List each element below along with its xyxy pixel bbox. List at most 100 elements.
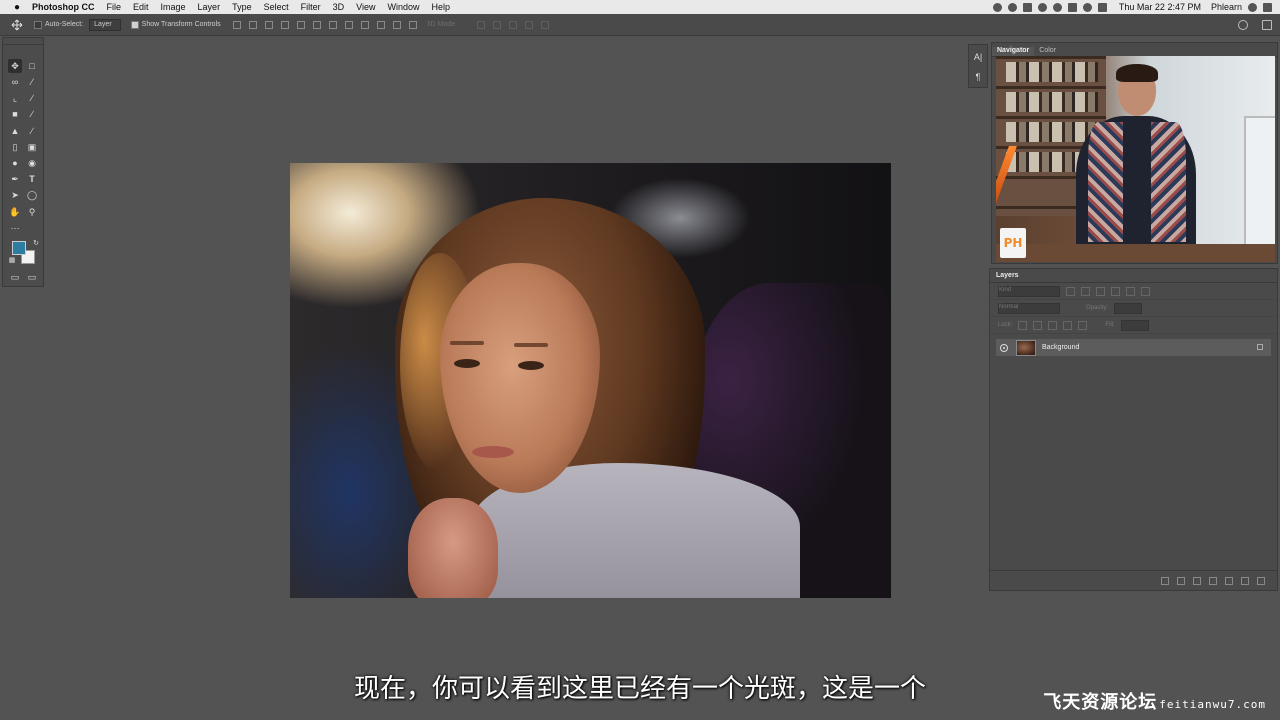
fill-field[interactable] bbox=[1120, 319, 1149, 331]
move-tool-icon[interactable]: ✥ bbox=[8, 59, 22, 73]
type-tool-icon[interactable]: T bbox=[25, 172, 39, 186]
visibility-eye-icon[interactable] bbox=[1000, 343, 1008, 352]
history-brush-tool-icon[interactable]: ∕ bbox=[25, 124, 39, 138]
workspace-icon[interactable] bbox=[1262, 19, 1272, 30]
align-right-icon[interactable] bbox=[312, 20, 321, 29]
lock-transparent-icon[interactable] bbox=[1018, 320, 1028, 330]
filter-pixel-icon[interactable] bbox=[1066, 286, 1075, 296]
align-hcenter-icon[interactable] bbox=[296, 20, 305, 29]
distribute-right-icon[interactable] bbox=[408, 20, 417, 29]
user-name[interactable]: Phlearn bbox=[1211, 2, 1242, 12]
add-mask-icon[interactable] bbox=[1193, 576, 1201, 585]
show-transform-checkbox[interactable] bbox=[130, 20, 139, 29]
quick-mask-icon[interactable]: ▭ bbox=[8, 270, 22, 284]
menu-select[interactable]: Select bbox=[264, 2, 289, 12]
menu-window[interactable]: Window bbox=[387, 2, 419, 12]
swap-colors-icon[interactable]: ↻ bbox=[29, 237, 43, 251]
pen-tool-icon[interactable]: ✒ bbox=[8, 172, 22, 186]
tools-panel-grip[interactable] bbox=[3, 38, 43, 45]
path-selection-tool-icon[interactable]: ➤ bbox=[8, 188, 22, 202]
eraser-tool-icon[interactable]: ▯ bbox=[8, 140, 22, 154]
blend-mode-dropdown[interactable]: Normal bbox=[998, 302, 1060, 314]
gradient-tool-icon[interactable]: ▣ bbox=[25, 140, 39, 154]
marquee-tool-icon[interactable]: □ bbox=[25, 59, 39, 73]
new-layer-icon[interactable] bbox=[1241, 576, 1249, 585]
wifi-icon[interactable] bbox=[1052, 2, 1062, 12]
lock-position-icon[interactable] bbox=[1048, 320, 1058, 330]
airplay-icon[interactable] bbox=[1067, 2, 1077, 12]
menu-filter[interactable]: Filter bbox=[301, 2, 321, 12]
filter-adjustment-icon[interactable] bbox=[1081, 286, 1090, 296]
character-panel-icon[interactable]: A| bbox=[969, 49, 987, 65]
filter-shape-icon[interactable] bbox=[1111, 286, 1120, 296]
distribute-left-icon[interactable] bbox=[376, 20, 385, 29]
opacity-field[interactable] bbox=[1114, 302, 1143, 314]
menu-layer[interactable]: Layer bbox=[198, 2, 221, 12]
3d-rotate-icon[interactable] bbox=[477, 20, 485, 29]
3d-scale-icon[interactable] bbox=[541, 20, 549, 29]
clone-stamp-tool-icon[interactable]: ▲ bbox=[8, 124, 22, 138]
filter-smart-object-icon[interactable] bbox=[1126, 286, 1135, 296]
default-colors-icon[interactable]: ▦ bbox=[5, 254, 19, 268]
battery-icon[interactable] bbox=[1097, 2, 1107, 12]
menu-edit[interactable]: Edit bbox=[133, 2, 149, 12]
distribute-bottom-icon[interactable] bbox=[360, 20, 369, 29]
align-bottom-icon[interactable] bbox=[264, 20, 273, 29]
menu-help[interactable]: Help bbox=[431, 2, 450, 12]
time-machine-icon[interactable] bbox=[1037, 2, 1047, 12]
3d-roll-icon[interactable] bbox=[493, 20, 501, 29]
menu-clock[interactable]: Thu Mar 22 2:47 PM bbox=[1119, 2, 1201, 12]
lock-artboard-icon[interactable] bbox=[1063, 320, 1073, 330]
layers-panel-title[interactable]: Layers bbox=[990, 269, 1277, 283]
align-vcenter-icon[interactable] bbox=[248, 20, 257, 29]
menu-file[interactable]: File bbox=[107, 2, 122, 12]
eyedropper-tool-icon[interactable]: ∕ bbox=[25, 91, 39, 105]
new-group-icon[interactable] bbox=[1225, 576, 1233, 585]
menu-view[interactable]: View bbox=[356, 2, 375, 12]
delete-layer-icon[interactable] bbox=[1257, 576, 1265, 585]
lasso-tool-icon[interactable]: ∞ bbox=[8, 75, 22, 89]
volume-icon[interactable] bbox=[1082, 2, 1092, 12]
move-tool-options-icon[interactable] bbox=[10, 19, 24, 31]
auto-select-dropdown[interactable]: Layer bbox=[89, 18, 121, 31]
3d-slide-icon[interactable] bbox=[525, 20, 533, 29]
healing-brush-tool-icon[interactable]: ■ bbox=[8, 107, 22, 121]
foreground-color-swatch[interactable] bbox=[12, 241, 26, 255]
align-top-icon[interactable] bbox=[232, 20, 241, 29]
dodge-tool-icon[interactable]: ◉ bbox=[25, 156, 39, 170]
distribute-vcenter-icon[interactable] bbox=[344, 20, 353, 29]
search-icon[interactable] bbox=[1238, 19, 1248, 30]
notification-center-icon[interactable] bbox=[1263, 2, 1272, 12]
distribute-hcenter-icon[interactable] bbox=[392, 20, 401, 29]
more-tools-icon[interactable]: ⋯ bbox=[8, 221, 22, 235]
menu-image[interactable]: Image bbox=[161, 2, 186, 12]
layer-filter-dropdown[interactable]: Kind bbox=[998, 285, 1060, 297]
display-icon[interactable] bbox=[1022, 2, 1032, 12]
screen-mode-icon[interactable]: ▭ bbox=[25, 270, 39, 284]
sync-icon[interactable] bbox=[1007, 2, 1017, 12]
auto-select-checkbox[interactable] bbox=[34, 20, 42, 29]
filter-toggle-icon[interactable] bbox=[1141, 286, 1150, 296]
layer-row[interactable]: Background bbox=[996, 339, 1271, 356]
blur-tool-icon[interactable]: ● bbox=[8, 156, 22, 170]
layer-style-icon[interactable] bbox=[1177, 576, 1185, 585]
creative-cloud-icon[interactable] bbox=[992, 2, 1002, 12]
ellipse-tool-icon[interactable]: ◯ bbox=[25, 188, 39, 202]
menu-type[interactable]: Type bbox=[232, 2, 252, 12]
brush-tool-icon[interactable]: ∕ bbox=[25, 107, 39, 121]
distribute-top-icon[interactable] bbox=[328, 20, 337, 29]
hand-tool-icon[interactable]: ✋ bbox=[8, 205, 22, 219]
3d-pan-icon[interactable] bbox=[509, 20, 517, 29]
lock-image-icon[interactable] bbox=[1033, 320, 1043, 330]
tab-color[interactable]: Color bbox=[1034, 47, 1061, 56]
crop-tool-icon[interactable]: ⌞ bbox=[8, 91, 22, 105]
zoom-tool-icon[interactable]: ⚲ bbox=[25, 205, 39, 219]
new-adjustment-layer-icon[interactable] bbox=[1209, 576, 1217, 585]
menu-3d[interactable]: 3D bbox=[333, 2, 345, 12]
document-canvas[interactable] bbox=[290, 163, 891, 598]
lock-all-icon[interactable] bbox=[1078, 320, 1088, 330]
link-layers-icon[interactable] bbox=[1161, 576, 1169, 585]
app-menu[interactable]: Photoshop CC bbox=[32, 2, 95, 12]
magic-wand-tool-icon[interactable]: ⁄ bbox=[25, 75, 39, 89]
apple-menu-icon[interactable]: ● bbox=[10, 2, 24, 13]
